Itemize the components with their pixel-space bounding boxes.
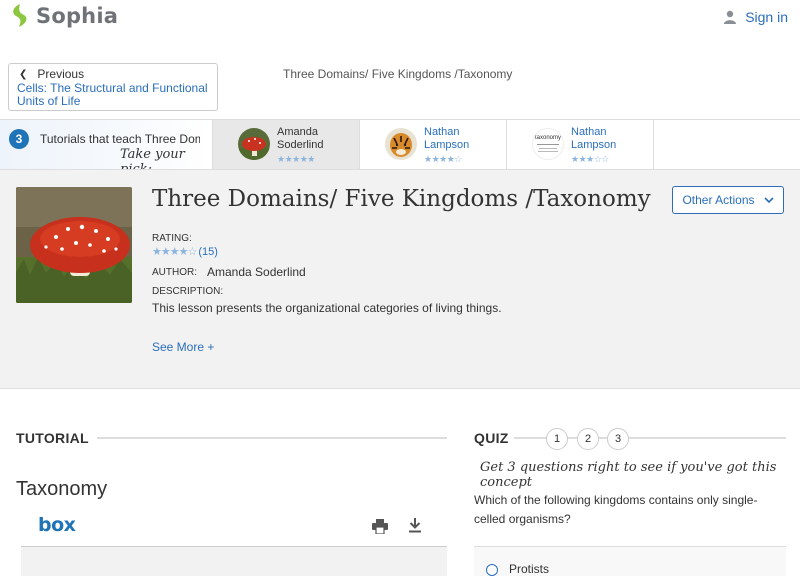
user-icon [724, 10, 737, 24]
thumb-label: taxonomy [534, 135, 561, 141]
description-text: This lesson presents the organizational … [152, 301, 502, 315]
chevron-down-icon [763, 196, 774, 203]
tutorial-card-1[interactable]: Amanda Soderlind ★★★★★ [212, 120, 359, 169]
quiz-step-3[interactable]: 3 [607, 428, 629, 450]
description-label: DESCRIPTION: [152, 286, 224, 297]
mushroom-thumbnail [238, 128, 270, 160]
chevron-left-icon: ❮ [19, 68, 28, 80]
quiz-step-2[interactable]: 2 [577, 428, 599, 450]
card-rating: ★★★★☆ [424, 154, 462, 164]
strip-empty-slot [653, 120, 800, 169]
card-rating: ★★★☆☆ [571, 154, 609, 164]
strip-intro: 3 Tutorials that teach Three Domains/ Fi… [0, 120, 212, 169]
quiz-section-heading: QUIZ [474, 430, 509, 446]
take-your-pick-text: Take your pick: [120, 147, 185, 169]
card-author: Nathan Lampson [571, 126, 617, 151]
tutorial-section-heading: TUTORIAL [16, 430, 89, 446]
star-rating-icon: ★★★★☆ [152, 246, 197, 258]
lesson-image-mushroom [16, 187, 132, 303]
previous-label: Previous [37, 67, 85, 81]
quiz-step-1[interactable]: 1 [546, 428, 568, 450]
see-more-link[interactable]: See More + [152, 340, 214, 354]
sign-in-link[interactable]: Sign in [723, 9, 788, 25]
tutorial-strip: 3 Tutorials that teach Three Domains/ Fi… [0, 119, 800, 170]
rating-label: RATING: [152, 233, 192, 244]
strip-title: Tutorials that teach Three Domains/ Five… [40, 132, 200, 146]
sign-in-label: Sign in [745, 9, 788, 25]
taxonomy-diagram-thumbnail: taxonomy [532, 128, 564, 160]
previous-label-row: ❮ Previous [17, 67, 209, 81]
lesson-info-panel: Three Domains/ Five Kingdoms /Taxonomy O… [0, 170, 800, 389]
tutorial-card-3[interactable]: taxonomy Nathan Lampson ★★★☆☆ [506, 120, 653, 169]
quiz-hint: Get 3 questions right to see if you've g… [480, 460, 777, 490]
document-viewer[interactable] [21, 547, 447, 576]
previous-tutorial-link[interactable]: ❮ Previous Cells: The Structural and Fun… [8, 63, 218, 111]
tiger-thumbnail [385, 128, 417, 160]
sophia-leaf-icon [13, 4, 27, 27]
rating-count[interactable]: (15) [198, 246, 218, 258]
previous-tutorial-title[interactable]: Cells: The Structural and Functional Uni… [17, 82, 209, 108]
answer-radio[interactable] [486, 564, 498, 576]
page-heading: Three Domains/ Five Kingdoms /Taxonomy [283, 67, 513, 81]
lesson-title: Three Domains/ Five Kingdoms /Taxonomy [152, 186, 651, 212]
tutorial-heading-rule [97, 437, 447, 439]
card-author: Nathan Lampson [424, 126, 470, 151]
brand-name: Sophia [36, 4, 119, 28]
tutorial-count-badge: 3 [9, 129, 29, 149]
print-icon[interactable] [371, 517, 389, 535]
other-actions-label: Other Actions [682, 193, 755, 207]
quiz-question: Which of the following kingdoms contains… [474, 493, 758, 526]
box-logo: box [38, 514, 76, 536]
top-header: Sophia Sign in [0, 0, 800, 36]
tutorial-title: Taxonomy [16, 478, 108, 500]
answer-label: Protists [509, 562, 550, 576]
card-author: Amanda Soderlind [277, 126, 324, 151]
author-label: AUTHOR: [152, 267, 197, 278]
download-icon[interactable] [406, 516, 424, 534]
lesson-rating[interactable]: ★★★★☆ (15) [152, 245, 218, 259]
author-name: Amanda Soderlind [207, 265, 306, 279]
tutorial-card-2[interactable]: Nathan Lampson ★★★★☆ [359, 120, 506, 169]
card-rating: ★★★★★ [277, 154, 315, 164]
other-actions-button[interactable]: Other Actions [672, 186, 784, 214]
sophia-logo[interactable]: Sophia [10, 3, 118, 29]
